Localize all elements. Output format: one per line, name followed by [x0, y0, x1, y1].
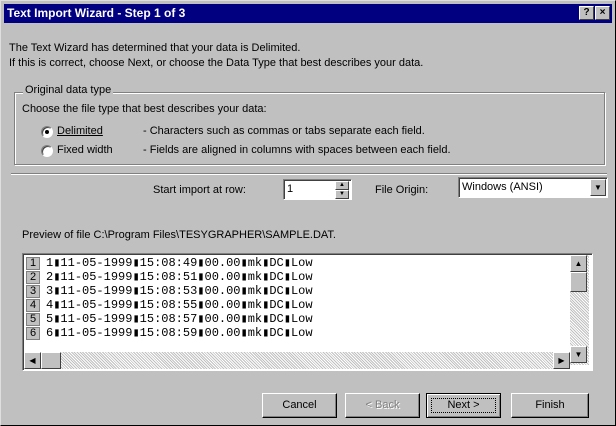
scroll-down-button[interactable]: ▼ — [570, 346, 587, 363]
file-type-prompt: Choose the file type that best describes… — [22, 103, 267, 115]
radio-selected-dot — [45, 130, 49, 134]
cancel-label: Cancel — [282, 399, 317, 411]
scroll-left-button[interactable]: ◀ — [24, 352, 41, 369]
fixed-width-description: - Fields are aligned in columns with spa… — [143, 144, 451, 156]
separator — [11, 173, 607, 175]
row-data: 1▮11-05-1999▮15:08:49▮00.00▮mk▮DC▮Low — [46, 256, 313, 270]
intro-line-1: The Text Wizard has determined that your… — [9, 42, 301, 54]
next-button[interactable]: Next > — [426, 393, 501, 418]
scroll-up-button[interactable]: ▲ — [570, 255, 587, 272]
row-data: 2▮11-05-1999▮15:08:51▮00.00▮mk▮DC▮Low — [46, 270, 313, 284]
start-row-value: 1 — [287, 183, 294, 195]
start-row-label: Start import at row: — [153, 184, 246, 196]
triangle-down-icon: ▼ — [574, 350, 583, 359]
preview-row: 5 5▮11-05-1999▮15:08:57▮00.00▮mk▮DC▮Low — [26, 313, 571, 327]
row-number: 1 — [26, 257, 40, 270]
preview-label: Preview of file C:\Program Files\TESYGRA… — [22, 229, 336, 241]
intro-line-2: If this is correct, choose Next, or choo… — [9, 57, 424, 69]
finish-label: Finish — [535, 399, 565, 411]
help-button[interactable]: ? — [579, 6, 594, 20]
title-bar[interactable]: Text Import Wizard - Step 1 of 3 ? × — [4, 4, 612, 23]
preview-row: 1 1▮11-05-1999▮15:08:49▮00.00▮mk▮DC▮Low — [26, 257, 571, 271]
window-title: Text Import Wizard - Step 1 of 3 — [7, 6, 186, 20]
triangle-left-icon: ◀ — [29, 356, 36, 365]
row-number: 4 — [26, 299, 40, 312]
horizontal-scrollbar[interactable]: ◀ ▶ — [24, 352, 570, 369]
spin-down-button[interactable]: ▼ — [335, 190, 349, 199]
delimited-label[interactable]: Delimited — [57, 125, 103, 137]
scroll-right-button[interactable]: ▶ — [553, 352, 570, 369]
row-data: 4▮11-05-1999▮15:08:55▮00.00▮mk▮DC▮Low — [46, 298, 313, 312]
horizontal-scroll-thumb[interactable] — [41, 352, 61, 369]
preview-row: 6 6▮11-05-1999▮15:08:59▮00.00▮mk▮DC▮Low — [26, 327, 571, 341]
back-label: < Back — [365, 399, 400, 411]
preview-rows: 1 1▮11-05-1999▮15:08:49▮00.00▮mk▮DC▮Low … — [26, 257, 571, 341]
preview-row: 3 3▮11-05-1999▮15:08:53▮00.00▮mk▮DC▮Low — [26, 285, 571, 299]
chevron-down-icon: ▼ — [594, 183, 602, 192]
file-origin-value: Windows (ANSI) — [462, 181, 543, 193]
delimited-radio[interactable] — [41, 126, 53, 138]
row-number: 6 — [26, 327, 40, 340]
fixed-width-label[interactable]: Fixed width — [57, 144, 113, 156]
triangle-up-icon: ▲ — [574, 259, 583, 268]
close-button[interactable]: × — [595, 6, 610, 20]
spin-up-button[interactable]: ▲ — [335, 181, 349, 190]
text-import-wizard-window: Text Import Wizard - Step 1 of 3 ? × The… — [0, 0, 616, 426]
back-button[interactable]: < Back — [345, 393, 420, 418]
row-data: 5▮11-05-1999▮15:08:57▮00.00▮mk▮DC▮Low — [46, 312, 313, 326]
finish-button[interactable]: Finish — [511, 393, 589, 418]
delimited-description: - Characters such as commas or tabs sepa… — [143, 125, 425, 137]
row-data: 3▮11-05-1999▮15:08:53▮00.00▮mk▮DC▮Low — [46, 284, 313, 298]
preview-row: 4 4▮11-05-1999▮15:08:55▮00.00▮mk▮DC▮Low — [26, 299, 571, 313]
cancel-button[interactable]: Cancel — [262, 393, 337, 418]
original-data-type-legend: Original data type — [23, 84, 114, 96]
file-origin-select[interactable]: Windows (ANSI) — [458, 177, 608, 198]
row-number: 2 — [26, 271, 40, 284]
triangle-right-icon: ▶ — [558, 356, 565, 365]
row-data: 6▮11-05-1999▮15:08:59▮00.00▮mk▮DC▮Low — [46, 326, 313, 340]
preview-row: 2 2▮11-05-1999▮15:08:51▮00.00▮mk▮DC▮Low — [26, 271, 571, 285]
vertical-scroll-thumb[interactable] — [570, 272, 587, 292]
file-origin-dropdown-button[interactable]: ▼ — [590, 179, 606, 196]
row-number: 3 — [26, 285, 40, 298]
file-origin-label: File Origin: — [375, 184, 429, 196]
fixed-width-radio[interactable] — [41, 145, 53, 157]
next-label: Next > — [447, 399, 480, 411]
file-preview[interactable]: 1 1▮11-05-1999▮15:08:49▮00.00▮mk▮DC▮Low … — [22, 253, 593, 371]
vertical-scrollbar[interactable]: ▲ ▼ — [570, 255, 589, 365]
row-number: 5 — [26, 313, 40, 326]
